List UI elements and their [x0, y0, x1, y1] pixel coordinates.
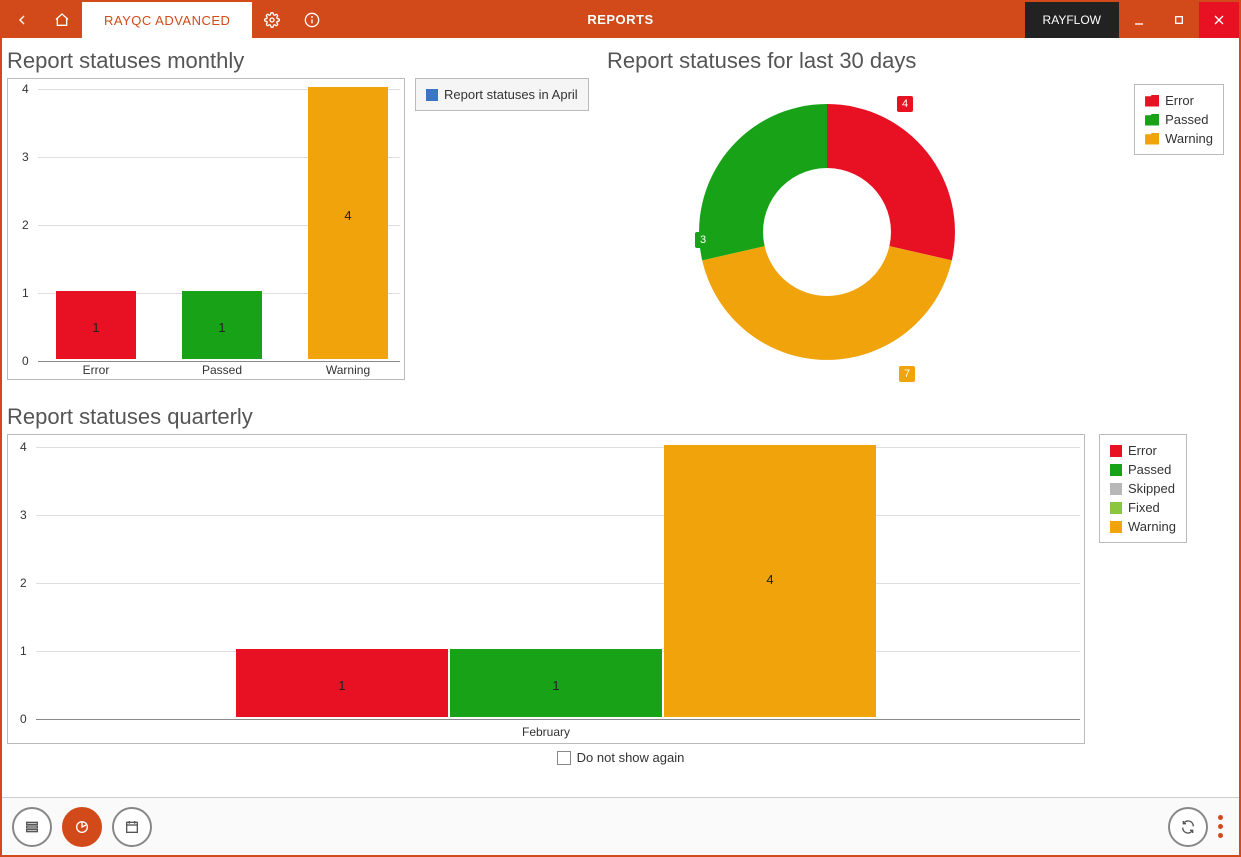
legend-item: Report statuses in April: [426, 85, 578, 104]
quarterly-chart: 4 3 2 1 0 1 1 4 February: [7, 434, 1085, 744]
dot-icon: [1218, 824, 1223, 829]
last30-legend: Error Passed Warning: [1134, 84, 1224, 155]
quarterly-xlabel: February: [8, 725, 1084, 739]
legend-label: Warning: [1165, 131, 1213, 146]
legend-item: Passed: [1145, 110, 1213, 129]
view-list-button[interactable]: [12, 807, 52, 847]
legend-label: Skipped: [1128, 481, 1175, 496]
ytick: 2: [22, 218, 29, 232]
refresh-button[interactable]: [1168, 807, 1208, 847]
legend-label: Passed: [1128, 462, 1171, 477]
legend-swatch: [1110, 464, 1122, 476]
folder-icon: [1145, 95, 1159, 107]
bar-error-value: 1: [56, 320, 136, 335]
legend-label: Fixed: [1128, 500, 1160, 515]
legend-label: Passed: [1165, 112, 1208, 127]
folder-icon: [1145, 114, 1159, 126]
ytick: 3: [22, 150, 29, 164]
tab-label: RAYQC ADVANCED: [104, 13, 230, 28]
ytick: 2: [20, 576, 27, 590]
restore-button[interactable]: [1159, 2, 1199, 38]
xcat: Error: [56, 363, 136, 377]
donut-slice-error: [827, 104, 955, 260]
minimize-button[interactable]: [1119, 2, 1159, 38]
qbar-error-value: 1: [236, 678, 448, 693]
donut-label-warning: 7: [899, 366, 915, 382]
settings-button[interactable]: [252, 2, 292, 38]
titlebar: RAYQC ADVANCED REPORTS RAYFLOW: [2, 2, 1239, 38]
donut-slice-warning: [702, 246, 952, 360]
home-button[interactable]: [42, 2, 82, 38]
donut-slice-passed: [699, 104, 827, 260]
active-tab[interactable]: RAYQC ADVANCED: [82, 2, 252, 38]
legend-label: Error: [1128, 443, 1157, 458]
ytick: 4: [22, 82, 29, 96]
quarterly-title: Report statuses quarterly: [7, 404, 1234, 430]
legend-item: Warning: [1145, 129, 1213, 148]
ytick: 0: [22, 354, 29, 368]
dot-icon: [1218, 833, 1223, 838]
titlebar-right: RAYFLOW: [1025, 2, 1239, 38]
ytick: 1: [20, 644, 27, 658]
xcat: Passed: [182, 363, 262, 377]
legend-label: Report statuses in April: [444, 87, 578, 102]
legend-swatch: [426, 89, 438, 101]
last30-panel: Report statuses for last 30 days 4 3 7 E…: [607, 48, 1234, 398]
do-not-show-checkbox[interactable]: [557, 751, 571, 765]
more-menu-button[interactable]: [1218, 815, 1229, 838]
monthly-chart: 4 3 2 1 0 1 Error 1 Passed 4: [7, 78, 405, 380]
bar-warning: [308, 87, 388, 359]
dot-icon: [1218, 815, 1223, 820]
quarterly-panel: Report statuses quarterly 4 3 2 1 0: [7, 404, 1234, 771]
legend-swatch: [1110, 445, 1122, 457]
view-calendar-button[interactable]: [112, 807, 152, 847]
legend-item: Warning: [1110, 517, 1176, 536]
monthly-legend: Report statuses in April: [415, 78, 589, 111]
folder-icon: [1145, 133, 1159, 145]
rayflow-label: RAYFLOW: [1043, 13, 1101, 27]
monthly-title: Report statuses monthly: [7, 48, 607, 74]
view-dashboard-button[interactable]: [62, 807, 102, 847]
qbar-passed-value: 1: [450, 678, 662, 693]
do-not-show-label: Do not show again: [577, 750, 685, 765]
titlebar-left: RAYQC ADVANCED: [2, 2, 332, 38]
top-row: Report statuses monthly 4 3 2 1 0: [7, 48, 1234, 398]
legend-swatch: [1110, 521, 1122, 533]
app-window: RAYQC ADVANCED REPORTS RAYFLOW Report st…: [0, 0, 1241, 857]
do-not-show-row: Do not show again: [7, 744, 1234, 771]
legend-label: Error: [1165, 93, 1194, 108]
legend-item: Passed: [1110, 460, 1176, 479]
legend-swatch: [1110, 502, 1122, 514]
legend-label: Warning: [1128, 519, 1176, 534]
quarterly-legend: Error Passed Skipped Fixed Warning: [1099, 434, 1187, 543]
donut-svg: [667, 72, 987, 392]
back-button[interactable]: [2, 2, 42, 38]
ytick: 3: [20, 508, 27, 522]
legend-item: Skipped: [1110, 479, 1176, 498]
info-button[interactable]: [292, 2, 332, 38]
xcat: Warning: [308, 363, 388, 377]
qbar-warning-value: 4: [664, 572, 876, 587]
legend-item: Fixed: [1110, 498, 1176, 517]
bar-warning-value: 4: [308, 208, 388, 223]
close-button[interactable]: [1199, 2, 1239, 38]
ytick: 1: [22, 286, 29, 300]
legend-item: Error: [1145, 91, 1213, 110]
content-area: Report statuses monthly 4 3 2 1 0: [2, 38, 1239, 797]
ytick: 4: [20, 440, 27, 454]
ytick: 0: [20, 712, 27, 726]
donut-label-error: 4: [897, 96, 913, 112]
last30-title: Report statuses for last 30 days: [607, 48, 1234, 74]
legend-swatch: [1110, 483, 1122, 495]
bar-passed-value: 1: [182, 320, 262, 335]
legend-item: Error: [1110, 441, 1176, 460]
donut-label-passed: 3: [695, 232, 711, 248]
rayflow-button[interactable]: RAYFLOW: [1025, 2, 1119, 38]
monthly-panel: Report statuses monthly 4 3 2 1 0: [7, 48, 607, 398]
bottombar: [2, 797, 1239, 855]
